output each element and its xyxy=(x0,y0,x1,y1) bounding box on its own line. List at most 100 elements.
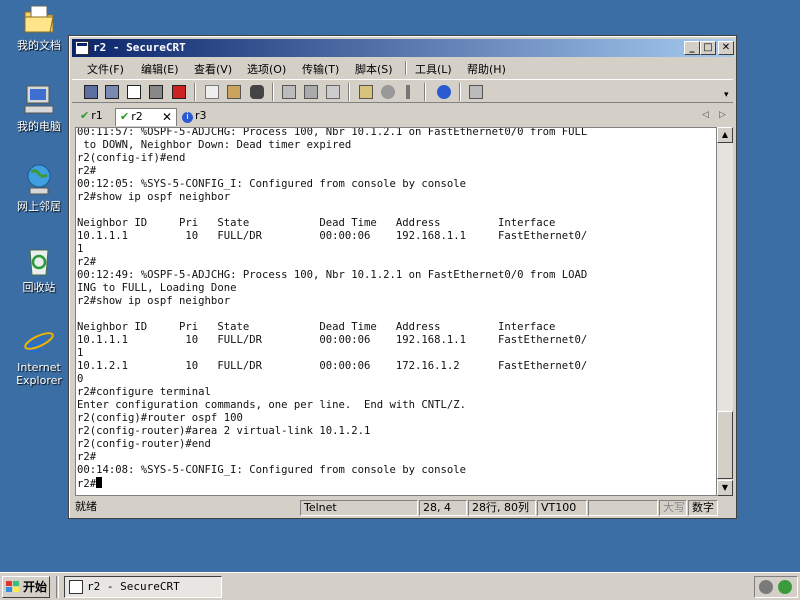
securecrt-app-icon[interactable] xyxy=(75,41,89,55)
close-button[interactable]: ✕ xyxy=(718,41,734,55)
menu-tools[interactable]: 工具(L) xyxy=(415,61,452,77)
desktop-icon-label: Internet Explorer xyxy=(16,361,62,387)
terminal-line: r2#show ip ospf neighbor xyxy=(77,295,231,307)
terminal-area[interactable]: 00:11:57: %OSPF-5-ADJCHG: Process 100, N… xyxy=(75,127,717,496)
session-options-button[interactable] xyxy=(357,83,375,101)
menu-edit[interactable]: 编辑(E) xyxy=(141,61,179,77)
keymap-button[interactable] xyxy=(400,83,418,101)
status-emulation: VT100 xyxy=(537,500,587,516)
status-blank xyxy=(588,500,658,516)
global-options-button[interactable] xyxy=(379,83,397,101)
toolbar-separator xyxy=(348,83,350,101)
my-documents-icon xyxy=(22,2,56,36)
tray-network-icon[interactable] xyxy=(778,580,792,594)
reconnect-button[interactable] xyxy=(147,83,165,101)
desktop-icon-label: 网上邻居 xyxy=(17,200,61,213)
window-title: r2 - SecureCRT xyxy=(93,41,186,54)
tab-scroll-right-icon[interactable]: ▷ xyxy=(719,110,726,120)
connect-button[interactable] xyxy=(82,83,100,101)
menu-separator xyxy=(405,61,407,75)
copy-button[interactable] xyxy=(203,83,221,101)
scroll-up-button[interactable]: ▲ xyxy=(717,127,733,143)
quick-connect-icon xyxy=(105,85,119,99)
start-button[interactable]: 开始 xyxy=(2,576,50,598)
taskbar-securecrt-button[interactable]: r2 - SecureCRT xyxy=(64,576,222,598)
toolbar-separator xyxy=(459,83,461,101)
status-num-lock: 数字 xyxy=(688,500,718,516)
taskbar: 开始 r2 - SecureCRT xyxy=(0,572,800,600)
terminal-line: 00:12:05: %SYS-5-CONFIG_I: Configured fr… xyxy=(77,178,467,190)
desktop-icon-my-documents[interactable]: 我的文档 xyxy=(3,2,75,52)
tray-security-icon[interactable] xyxy=(759,580,773,594)
find-button[interactable] xyxy=(248,83,266,101)
taskbar-separator xyxy=(56,576,59,598)
recycle-bin-icon xyxy=(22,244,56,278)
terminal-line: 0 xyxy=(77,373,84,385)
status-cursor-position: 28, 4 xyxy=(419,500,467,516)
print-selection-button[interactable] xyxy=(302,83,320,101)
help-button[interactable] xyxy=(435,83,453,101)
menu-options[interactable]: 选项(O) xyxy=(247,61,286,77)
terminal-line: ING to FULL, Loading Done xyxy=(77,282,237,294)
terminal-line: 10.1.1.1 10 FULL/DR 00:00:06 192.168.1.1… xyxy=(77,334,588,346)
tab-close-icon[interactable]: ✕ xyxy=(162,109,172,125)
printer-icon xyxy=(326,85,340,99)
calculator-icon xyxy=(469,85,483,99)
menu-help[interactable]: 帮助(H) xyxy=(467,61,506,77)
tab-label: r3 xyxy=(195,109,207,122)
paste-button[interactable] xyxy=(225,83,243,101)
status-dimensions: 28行, 80列 xyxy=(468,500,536,516)
menu-view[interactable]: 查看(V) xyxy=(194,61,232,77)
minimize-button[interactable]: _ xyxy=(684,41,700,55)
toolbar-separator xyxy=(272,83,274,101)
terminal-line: r2# xyxy=(77,477,587,491)
print-selection-icon xyxy=(304,85,318,99)
print-icon xyxy=(282,85,296,99)
desktop-icon-internet-explorer[interactable]: e Internet Explorer xyxy=(3,324,75,387)
tab-r1[interactable]: ✔ r1 xyxy=(76,108,114,126)
toolbar: ▾ xyxy=(72,79,733,103)
tab-scroll-left-icon[interactable]: ◁ xyxy=(702,110,709,120)
menu-script[interactable]: 脚本(S) xyxy=(355,61,393,77)
print-button[interactable] xyxy=(280,83,298,101)
info-icon: i xyxy=(182,112,193,123)
copy-icon xyxy=(205,85,219,99)
connected-check-icon: ✔ xyxy=(80,109,90,122)
terminal-line: Neighbor ID Pri State Dead Time Address … xyxy=(77,321,556,333)
terminal-output: 00:11:57: %OSPF-5-ADJCHG: Process 100, N… xyxy=(77,128,588,491)
toolbar-overflow-icon[interactable]: ▾ xyxy=(724,90,729,100)
menu-bar: 文件(F) 编辑(E) 查看(V) 选项(O) 传输(T) 脚本(S) 工具(L… xyxy=(72,58,733,78)
connect-tab-button[interactable] xyxy=(125,83,143,101)
status-ready: 就绪 xyxy=(75,500,97,513)
scroll-down-button[interactable]: ▼ xyxy=(717,480,733,496)
securecrt-app-icon xyxy=(69,580,83,594)
print-setup-button[interactable] xyxy=(324,83,342,101)
terminal-line: r2#show ip ospf neighbor xyxy=(77,191,231,203)
terminal-line: Neighbor ID Pri State Dead Time Address … xyxy=(77,217,556,229)
desktop-icon-recycle-bin[interactable]: 回收站 xyxy=(3,244,75,294)
tab-r3[interactable]: i r3 xyxy=(178,108,218,126)
scroll-thumb[interactable] xyxy=(717,411,733,479)
terminal-line: r2(config)#router ospf 100 xyxy=(77,412,243,424)
desktop-icon-my-computer[interactable]: 我的电脑 xyxy=(3,83,75,133)
taskbar-task-label: r2 - SecureCRT xyxy=(87,580,180,593)
desktop-icon-network-places[interactable]: 网上邻居 xyxy=(3,163,75,213)
toolbar-separator xyxy=(424,83,426,101)
menu-file[interactable]: 文件(F) xyxy=(87,61,124,77)
quick-connect-button[interactable] xyxy=(103,83,121,101)
status-bar: 就绪 Telnet 28, 4 28行, 80列 VT100 大写 数字 xyxy=(72,499,733,517)
vertical-scrollbar[interactable]: ▲ ▼ xyxy=(717,127,733,496)
maximize-button[interactable]: □ xyxy=(700,41,716,55)
start-label: 开始 xyxy=(23,580,48,594)
terminal-line: 1 xyxy=(77,243,84,255)
tab-r2[interactable]: ✔ r2 ✕ xyxy=(115,108,177,126)
disconnect-button[interactable] xyxy=(170,83,188,101)
tab-label: r2 xyxy=(131,110,143,123)
paste-icon xyxy=(227,85,241,99)
title-bar[interactable]: r2 - SecureCRT _ □ ✕ xyxy=(72,39,734,57)
calculator-button[interactable] xyxy=(467,83,485,101)
menu-transfer[interactable]: 传输(T) xyxy=(302,61,339,77)
terminal-line: r2# xyxy=(77,256,97,268)
desktop-icon-label: 我的电脑 xyxy=(17,120,61,133)
